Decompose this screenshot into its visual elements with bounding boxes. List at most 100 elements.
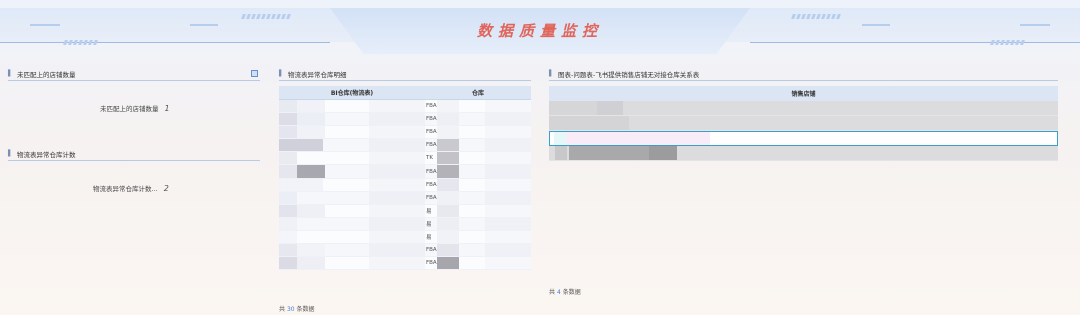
cell-bi-warehouse (279, 244, 425, 257)
table-row[interactable]: FBA (279, 165, 531, 179)
panel-title-text: 物流表异常仓库计数 (17, 151, 76, 159)
middle-footer-count: 共 30 条数据 (279, 304, 315, 313)
footer-suffix: 条数据 (296, 306, 315, 313)
table-row[interactable]: 易 (279, 204, 531, 218)
cell-bi-warehouse (279, 113, 425, 126)
header-deco-line-left (0, 42, 330, 43)
warehouse-text: FBA (426, 116, 437, 123)
footer-count-number: 30 (286, 306, 295, 313)
bar-icon: ▌ (8, 150, 13, 157)
column-header-sales-store[interactable]: 销售店铺 (549, 86, 1058, 101)
export-icon[interactable] (251, 70, 258, 77)
header-deco-line-right (750, 42, 1080, 43)
panel-title-abnormal-warehouse-detail: ▌ 物流表异常仓库明细 (279, 68, 347, 80)
table-row[interactable]: FBA (279, 191, 531, 205)
table-row[interactable]: FBA (279, 139, 531, 153)
panel-title-text: 未匹配上的店铺数量 (17, 71, 76, 79)
cell-warehouse: FBA (425, 126, 531, 139)
cell-bi-warehouse (279, 204, 425, 217)
cell-warehouse: FBA (425, 244, 531, 257)
page-title: 数据质量监控 (476, 22, 603, 40)
header-stripes-right (791, 14, 841, 19)
warehouse-text: FBA (426, 194, 437, 201)
cell-bi-warehouse (279, 230, 425, 244)
table-row[interactable]: 易 (279, 230, 531, 245)
cell-warehouse: 易 (425, 204, 531, 217)
table-row[interactable]: TK (279, 152, 531, 166)
table-row[interactable]: FBA (279, 113, 531, 127)
table-row[interactable] (549, 116, 1058, 131)
cell-warehouse: 易 (425, 217, 531, 230)
warehouse-text: 易 (426, 208, 432, 215)
bar-icon: ▌ (8, 70, 13, 77)
table-row[interactable]: FBA (279, 257, 531, 271)
table-row-selected[interactable] (549, 131, 1058, 146)
panel-title-unmatched-stores: ▌ 未匹配上的店铺数量 (8, 68, 76, 80)
table-row[interactable] (549, 101, 1058, 116)
column-header-warehouse[interactable]: 仓库 (425, 86, 531, 99)
abnormal-warehouse-table: BI仓库(物流表) 仓库 FBA FBA FBA FBA TK FBA FBA FBA 易易易 F… (279, 86, 531, 271)
table-body: FBA FBA FBA FBA TK FBA FBA FBA 易易易 FBA FBA (279, 100, 531, 271)
table-row[interactable]: FBA (279, 178, 531, 192)
cell-bi-warehouse (279, 257, 425, 270)
cell-bi-warehouse (279, 100, 425, 113)
table-row[interactable] (549, 146, 1058, 161)
kpi-label: 物流表异常仓库计数... (93, 185, 158, 193)
panel-title-store-warehouse-relation: ▌ 图表-问题表-飞书提供销售店铺无对接仓库关系表 (549, 68, 699, 80)
cell-bi-warehouse (279, 217, 425, 230)
footer-suffix: 条数据 (562, 289, 581, 296)
kpi-value: 2 (163, 184, 169, 193)
warehouse-text: FBA (426, 260, 437, 267)
table-row[interactable]: FBA (279, 100, 531, 114)
kpi-unmatched-stores: 未匹配上的店铺数量 1 (100, 103, 170, 113)
bar-icon: ▌ (549, 70, 554, 77)
warehouse-text: FBA (426, 181, 437, 188)
kpi-abnormal-warehouse-count: 物流表异常仓库计数... 2 (93, 183, 169, 193)
table-row[interactable]: 易 (279, 217, 531, 231)
cell-bi-warehouse (279, 165, 425, 178)
store-warehouse-table: 销售店铺 (549, 86, 1058, 161)
warehouse-text: FBA (426, 247, 437, 254)
page-header: 数据质量监控 (0, 0, 1080, 56)
column-header-bi-warehouse[interactable]: BI仓库(物流表) (279, 86, 425, 99)
cell-bi-warehouse (279, 152, 425, 165)
cell-warehouse: FBA (425, 113, 531, 126)
table-row[interactable]: FBA (279, 244, 531, 258)
cell-warehouse: 易 (425, 230, 531, 244)
cell-bi-warehouse (279, 178, 425, 191)
warehouse-text: 易 (426, 234, 432, 241)
panel-underline (279, 80, 531, 81)
panel-title-text: 图表-问题表-飞书提供销售店铺无对接仓库关系表 (558, 71, 700, 79)
cell-warehouse: FBA (425, 165, 531, 178)
cell-bi-warehouse (279, 126, 425, 139)
cell-bi-warehouse (279, 191, 425, 204)
warehouse-text: FBA (426, 129, 437, 136)
cell-warehouse: TK (425, 152, 531, 165)
kpi-label: 未匹配上的店铺数量 (100, 105, 159, 113)
warehouse-text: FBA (426, 142, 437, 149)
cell-warehouse: FBA (425, 139, 531, 152)
cell-bi-warehouse (279, 139, 425, 152)
warehouse-text: 易 (426, 221, 432, 228)
warehouse-text: FBA (426, 168, 437, 175)
panel-underline (8, 80, 260, 81)
bar-icon: ▌ (279, 70, 284, 77)
kpi-value: 1 (164, 104, 170, 113)
footer-prefix: 共 (549, 289, 556, 296)
warehouse-text: TK (426, 155, 433, 162)
cell-warehouse: FBA (425, 257, 531, 270)
right-footer-count: 共 4 条数据 (549, 287, 581, 296)
footer-count-number: 4 (556, 289, 561, 296)
cell-warehouse: FBA (425, 100, 531, 113)
header-stripes-left (241, 14, 291, 19)
table-header: BI仓库(物流表) 仓库 (279, 86, 531, 100)
panel-underline (8, 160, 260, 161)
cell-warehouse: FBA (425, 178, 531, 191)
table-row[interactable]: FBA (279, 126, 531, 140)
cell-warehouse: FBA (425, 191, 531, 204)
panel-underline (549, 80, 1058, 81)
warehouse-text: FBA (426, 103, 437, 110)
footer-prefix: 共 (279, 306, 286, 313)
panel-title-text: 物流表异常仓库明细 (288, 71, 347, 79)
panel-title-abnormal-warehouse-count: ▌ 物流表异常仓库计数 (8, 148, 76, 160)
